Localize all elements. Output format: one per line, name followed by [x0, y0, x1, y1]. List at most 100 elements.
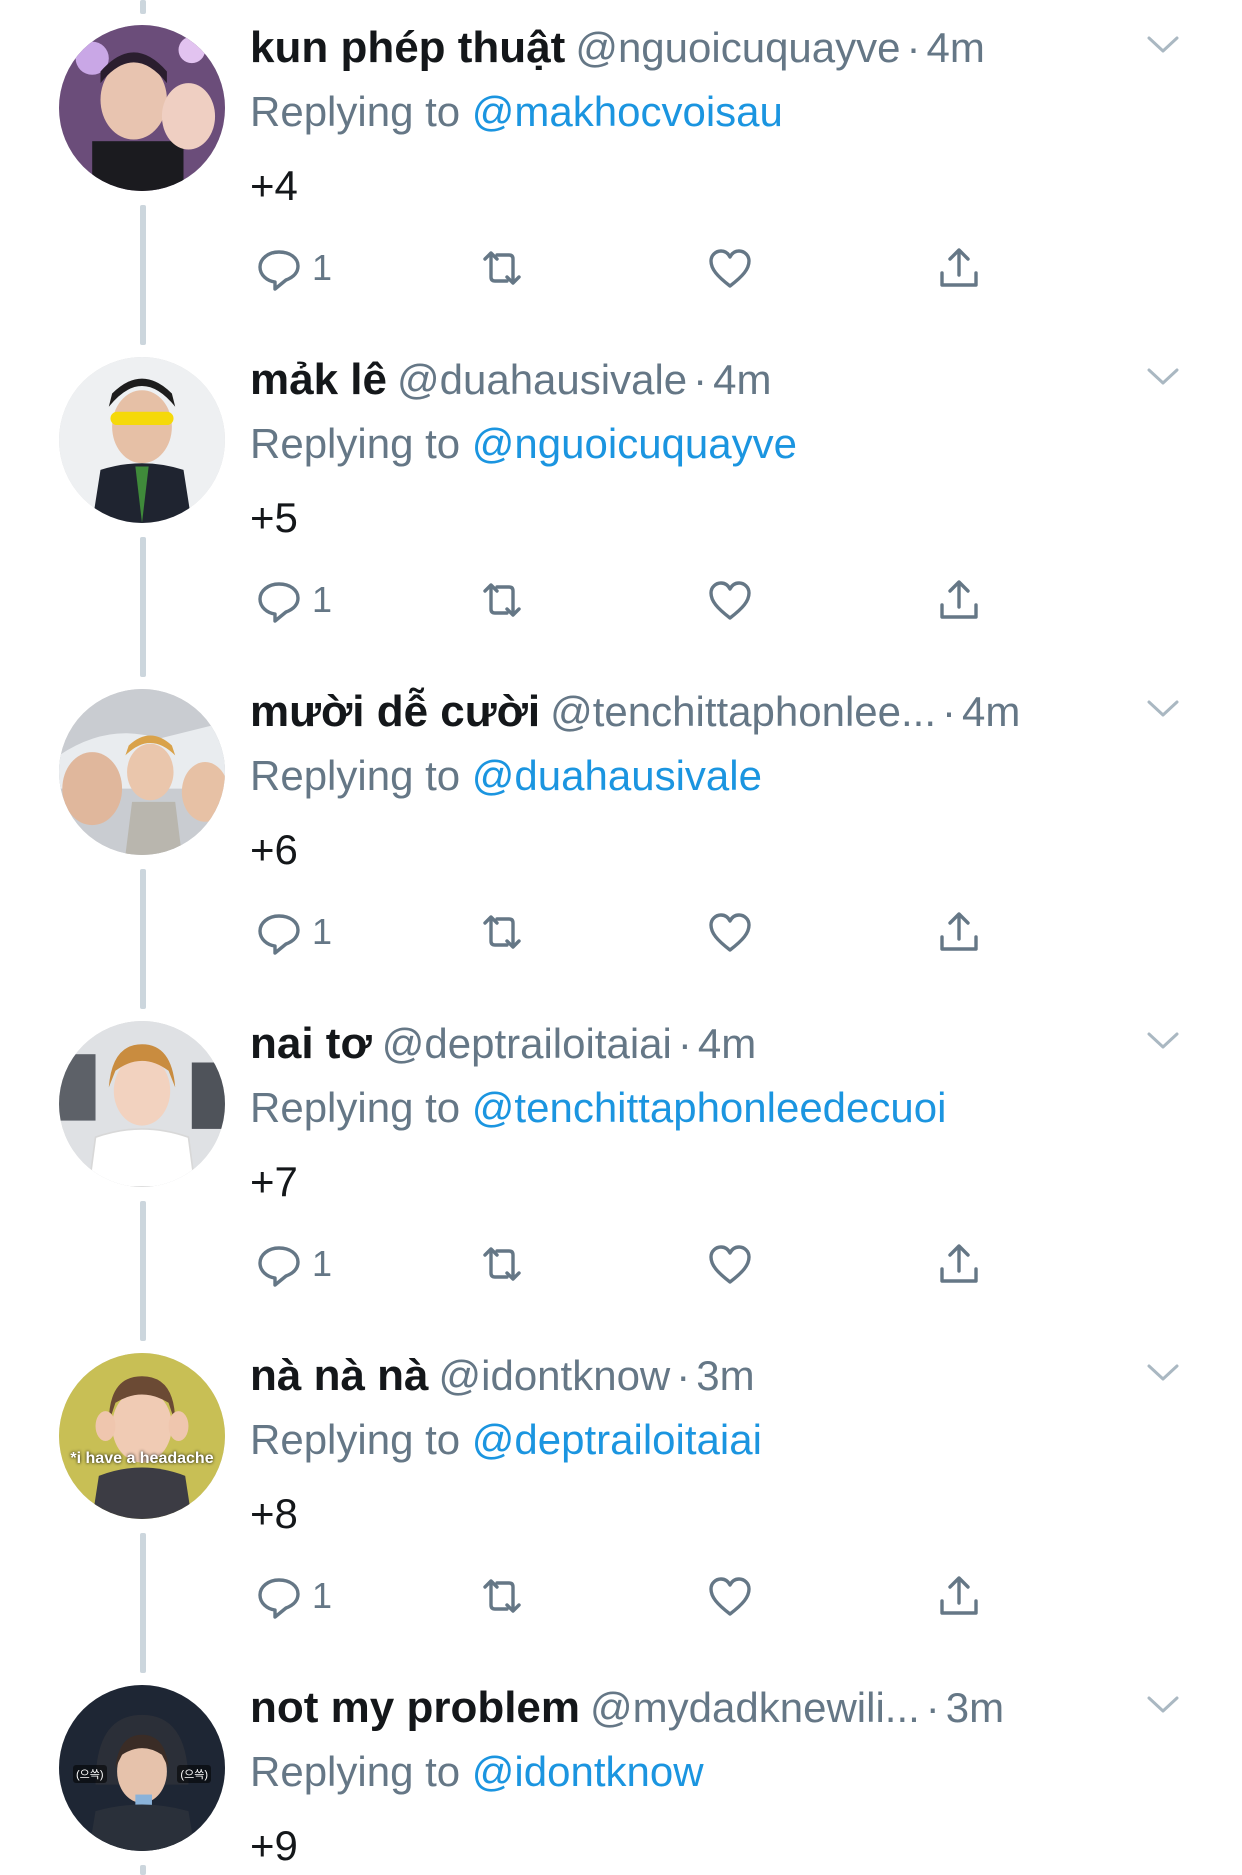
- chevron-down-icon[interactable]: [1145, 1028, 1181, 1052]
- tweet[interactable]: mảk lê @duahausivale · 4m Replying to @nguo…: [0, 332, 1242, 664]
- user-handle[interactable]: @tenchittaphonlee...: [550, 688, 936, 735]
- tweet-text: +6: [250, 826, 298, 873]
- retweet-icon: [483, 1247, 521, 1281]
- mention-link[interactable]: @deptrailoitaiai: [472, 1416, 762, 1463]
- avatar-image: [59, 1353, 225, 1519]
- share-icon: [940, 912, 978, 951]
- user-handle[interactable]: @nguoicuquayve: [575, 24, 900, 71]
- avatar[interactable]: *i have a headache: [59, 1353, 225, 1519]
- like-icon: [709, 1577, 751, 1616]
- separator-dot: ·: [942, 688, 957, 735]
- tweet-header: not my problem @mydadknewili... · 3m: [250, 1680, 1130, 1736]
- replying-label: Replying to: [250, 752, 461, 799]
- avatar[interactable]: [59, 357, 225, 523]
- avatar[interactable]: [59, 1021, 225, 1187]
- retweet-button[interactable]: [477, 1568, 527, 1624]
- user-handle[interactable]: @deptrailoitaiai: [382, 1020, 672, 1067]
- like-button[interactable]: [705, 240, 755, 296]
- mention-link[interactable]: @makhocvoisau: [472, 88, 783, 135]
- separator-dot: ·: [677, 1020, 692, 1067]
- reply-button[interactable]: 1: [254, 904, 332, 960]
- tweet[interactable]: (으쓱) (으쓱) not my problem @mydadknewili...…: [0, 1660, 1242, 1875]
- share-icon: [940, 1244, 978, 1283]
- reply-count: 1: [312, 911, 333, 952]
- avatar-tag: (으쓱): [177, 1765, 211, 1783]
- share-button[interactable]: [934, 904, 984, 960]
- reply-icon: [258, 1578, 300, 1619]
- user-handle[interactable]: @mydadknewili...: [590, 1684, 920, 1731]
- reply-button[interactable]: 1: [254, 1568, 332, 1624]
- retweet-button[interactable]: [477, 572, 527, 628]
- avatar[interactable]: [59, 25, 225, 191]
- share-button[interactable]: [934, 1568, 984, 1624]
- tweet-header: mười dễ cười @tenchittaphonlee... · 4m: [250, 684, 1130, 740]
- display-name[interactable]: mười dễ cười: [250, 687, 540, 736]
- separator-dot: ·: [676, 1352, 691, 1399]
- share-button[interactable]: [934, 1236, 984, 1292]
- tweet[interactable]: kun phép thuật @nguoicuquayve · 4m Replying…: [0, 0, 1242, 332]
- replying-label: Replying to: [250, 88, 461, 135]
- timestamp[interactable]: 4m: [962, 688, 1020, 735]
- timestamp[interactable]: 3m: [696, 1352, 754, 1399]
- like-icon: [709, 913, 751, 952]
- retweet-button[interactable]: [477, 1236, 527, 1292]
- tweet-text: +5: [250, 494, 298, 541]
- like-icon: [709, 249, 751, 288]
- reply-count: 1: [312, 1575, 333, 1616]
- timestamp[interactable]: 4m: [713, 356, 771, 403]
- like-button[interactable]: [705, 1236, 755, 1292]
- chevron-down-icon[interactable]: [1145, 32, 1181, 56]
- timestamp[interactable]: 4m: [927, 24, 985, 71]
- replying-label: Replying to: [250, 420, 461, 467]
- tweet[interactable]: *i have a headache nà nà nà @idontknow · 3m…: [0, 1328, 1242, 1660]
- action-bar: 1: [250, 572, 1010, 628]
- avatar[interactable]: [59, 689, 225, 855]
- like-icon: [709, 581, 751, 620]
- display-name[interactable]: kun phép thuật: [250, 23, 565, 72]
- avatar[interactable]: (으쓱) (으쓱): [59, 1685, 225, 1851]
- replying-label: Replying to: [250, 1084, 461, 1131]
- display-name[interactable]: nai tơ: [250, 1019, 372, 1068]
- like-button[interactable]: [705, 904, 755, 960]
- reply-button[interactable]: 1: [254, 240, 332, 296]
- user-handle[interactable]: @duahausivale: [397, 356, 687, 403]
- reply-button[interactable]: 1: [254, 572, 332, 628]
- chevron-down-icon[interactable]: [1145, 364, 1181, 388]
- mention-link[interactable]: @nguoicuquayve: [472, 420, 797, 467]
- mention-link[interactable]: @idontknow: [472, 1748, 704, 1795]
- tweet-text: +4: [250, 162, 298, 209]
- chevron-down-icon[interactable]: [1145, 696, 1181, 720]
- mention-link[interactable]: @duahausivale: [472, 752, 762, 799]
- reply-icon: [258, 914, 300, 955]
- replying-to: Replying to @tenchittaphonleedecuoi: [250, 1082, 946, 1134]
- user-handle[interactable]: @idontknow: [439, 1352, 671, 1399]
- action-bar: 1: [250, 1236, 1010, 1292]
- tweet[interactable]: mười dễ cười @tenchittaphonlee... · 4m Repl…: [0, 664, 1242, 996]
- reply-count: 1: [312, 247, 333, 288]
- timestamp[interactable]: 3m: [946, 1684, 1004, 1731]
- mention-link[interactable]: @tenchittaphonleedecuoi: [472, 1084, 947, 1131]
- retweet-button[interactable]: [477, 904, 527, 960]
- tweet-header: kun phép thuật @nguoicuquayve · 4m: [250, 20, 1130, 76]
- avatar-image: [59, 357, 225, 523]
- share-button[interactable]: [934, 240, 984, 296]
- like-button[interactable]: [705, 572, 755, 628]
- display-name[interactable]: mảk lê: [250, 355, 387, 404]
- avatar-image: [59, 25, 225, 191]
- avatar-tag: (으쓱): [73, 1765, 107, 1783]
- reply-icon: [258, 582, 300, 623]
- replying-to: Replying to @nguoicuquayve: [250, 418, 797, 470]
- reply-button[interactable]: 1: [254, 1236, 332, 1292]
- tweet[interactable]: nai tơ @deptrailoitaiai · 4m Replying to @t…: [0, 996, 1242, 1328]
- share-button[interactable]: [934, 572, 984, 628]
- share-icon: [940, 248, 978, 287]
- chevron-down-icon[interactable]: [1145, 1692, 1181, 1716]
- timestamp[interactable]: 4m: [698, 1020, 756, 1067]
- display-name[interactable]: not my problem: [250, 1683, 580, 1732]
- chevron-down-icon[interactable]: [1145, 1360, 1181, 1384]
- display-name[interactable]: nà nà nà: [250, 1351, 429, 1400]
- retweet-button[interactable]: [477, 240, 527, 296]
- reply-count: 1: [312, 579, 333, 620]
- retweet-icon: [483, 1579, 521, 1613]
- like-button[interactable]: [705, 1568, 755, 1624]
